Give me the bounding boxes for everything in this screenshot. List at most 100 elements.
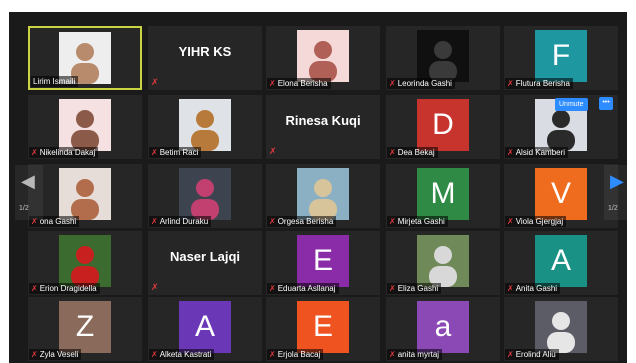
participant-name: Anita Gashi (515, 284, 558, 293)
mic-muted-icon: ✗ (151, 77, 159, 87)
participant-name: Eduarta Asllanaj (277, 284, 336, 293)
participant-name: Orgesa Berisha (277, 217, 334, 226)
participant-video (417, 235, 469, 287)
participant-name-label: ✗ Elona Berisha (267, 78, 331, 89)
participant-tile[interactable]: ✗ Betim Raci (148, 95, 262, 159)
participant-tile[interactable]: ✗ Nikelinda Dakaj (28, 95, 142, 159)
mic-muted-icon: ✗ (389, 148, 396, 157)
participant-name: Zyla Veseli (39, 350, 79, 359)
mic-muted-icon: ✗ (389, 284, 396, 293)
mic-muted-icon: ✗ (507, 148, 514, 157)
participant-name-label: ✗ Anita Gashi (505, 283, 561, 294)
participant-video (59, 235, 111, 287)
participant-name-label: ✗ Betim Raci (149, 147, 202, 158)
next-page-button[interactable]: ▶ 1/2 (604, 165, 632, 220)
participant-name-label: ✗Lirim Ismaili (31, 76, 79, 87)
participant-tile[interactable]: F ✗ Flutura Berisha (504, 26, 618, 90)
participant-name-label: ✗ Viola Gjergjaj (505, 216, 567, 227)
mic-muted-icon: ✗ (507, 350, 514, 359)
participant-tile[interactable]: ✗ Arlind Duraku (148, 164, 262, 228)
avatar-letter: E (297, 235, 349, 287)
participant-name-label: ✗ Alketa Kastrati (149, 349, 215, 360)
participant-name-label: ✗ Nikelinda Dakaj (29, 147, 99, 158)
participant-name-label: ✗ Zyla Veseli (29, 349, 82, 360)
avatar-letter: E (297, 301, 349, 353)
page-indicator-left: 1/2 (19, 205, 29, 212)
participant-name: Erion Dragidella (39, 284, 97, 293)
participant-name-label: ✗ Leorinda Gashi (387, 78, 455, 89)
participant-video (179, 99, 231, 151)
mic-muted-icon: ✗ (31, 284, 38, 293)
participant-tile[interactable]: Z ✗ Zyla Veseli (28, 297, 142, 361)
participant-name-label: ✗ Dea Bekaj (387, 147, 438, 158)
avatar-letter: D (417, 99, 469, 151)
participant-tile[interactable]: ✗ Orgesa Berisha (266, 164, 380, 228)
mic-muted-icon: ✗ (151, 282, 159, 292)
mic-muted-icon: ✗ (269, 79, 276, 88)
mic-muted-icon: ✗ (151, 148, 158, 157)
participant-tile[interactable]: ✗ Leorinda Gashi (386, 26, 500, 90)
mic-muted-icon: ✗ (151, 217, 158, 226)
participant-tile[interactable]: ✗ Eliza Gashi (386, 231, 500, 295)
participant-tile[interactable]: a ✗ anita myrtaj (386, 297, 500, 361)
participant-tile[interactable]: ✗ Erolind Aliu (504, 297, 618, 361)
participant-video (417, 30, 469, 82)
participant-name-label: ✗ Arlind Duraku (149, 216, 212, 227)
participant-tile[interactable]: A ✗ Anita Gashi (504, 231, 618, 295)
mic-muted-icon: ✗ (31, 350, 38, 359)
participant-name: Viola Gjergjaj (515, 217, 564, 226)
participant-tile[interactable]: A ✗ Alketa Kastrati (148, 297, 262, 361)
participant-name: Erjola Bacaj (277, 350, 321, 359)
mic-muted-icon: ✗ (389, 350, 396, 359)
participant-display-name: Naser Lajqi (169, 249, 241, 264)
participant-tile[interactable]: YIHR KS ✗ (148, 26, 262, 90)
mic-muted-icon: ✗ (269, 350, 276, 359)
participant-name-label: ✗ Eduarta Asllanaj (267, 283, 339, 294)
participant-tile[interactable]: Rinesa Kuqi ✗ (266, 95, 380, 159)
avatar-letter: a (417, 301, 469, 353)
participant-name: Lirim Ismaili (33, 77, 76, 86)
participant-tile[interactable]: ✗ Elona Berisha (266, 26, 380, 90)
participant-tile[interactable]: V ✗ Viola Gjergjaj (504, 164, 618, 228)
mic-muted-icon: ✗ (269, 284, 276, 293)
participant-name-label: ✗ Alsid Kamberi (505, 147, 569, 158)
avatar-letter: F (535, 30, 587, 82)
participant-name: Betim Raci (159, 148, 199, 157)
participant-name-label: ✗ Eliza Gashi (387, 283, 442, 294)
participant-name: Leorinda Gashi (397, 79, 452, 88)
participant-name-label: ✗ Erolind Aliu (505, 349, 559, 360)
avatar-letter: Z (59, 301, 111, 353)
mic-muted-icon: ✗ (31, 148, 38, 157)
participant-tile[interactable]: D ✗ Dea Bekaj (386, 95, 500, 159)
participant-name-label: ✗ Flutura Berisha (505, 78, 573, 89)
participant-name: ona Gashi (39, 217, 77, 226)
participant-tile[interactable]: E ✗ Eduarta Asllanaj (266, 231, 380, 295)
participant-display-name: Rinesa Kuqi (285, 113, 361, 128)
participant-name: Alketa Kastrati (159, 350, 212, 359)
participant-name-label: ✗ anita myrtaj (387, 349, 443, 360)
avatar-letter: M (417, 168, 469, 220)
participant-name-label: ✗ Orgesa Berisha (267, 216, 337, 227)
participant-tile[interactable]: Naser Lajqi ✗ (148, 231, 262, 295)
participant-video (59, 99, 111, 151)
participant-tile[interactable]: E ✗ Erjola Bacaj (266, 297, 380, 361)
page-indicator-right: 1/2 (608, 205, 618, 212)
participant-name: Eliza Gashi (397, 284, 439, 293)
participant-name: Alsid Kamberi (515, 148, 566, 157)
participant-name-label: ✗ Mirjeta Gashi (387, 216, 448, 227)
participant-display-name: YIHR KS (178, 44, 232, 59)
unmute-button[interactable]: Unmute (555, 98, 588, 111)
participant-tile[interactable]: M ✗ Mirjeta Gashi (386, 164, 500, 228)
prev-page-button[interactable]: ◀ 1/2 (15, 165, 43, 220)
next-arrow-icon: ▶ (610, 171, 624, 191)
participant-tile[interactable]: ✗ Erion Dragidella (28, 231, 142, 295)
participant-name: Flutura Berisha (515, 79, 570, 88)
participant-tile[interactable]: ✗ ona Gashi (28, 164, 142, 228)
participant-name: Elona Berisha (277, 79, 328, 88)
mic-muted-icon: ✗ (389, 79, 396, 88)
more-options-button[interactable]: ••• (599, 97, 613, 110)
participant-name-label: ✗ Erion Dragidella (29, 283, 100, 294)
participant-name: anita myrtaj (397, 350, 440, 359)
participant-video (297, 30, 349, 82)
participant-tile[interactable]: ✗Lirim Ismaili (28, 26, 142, 90)
